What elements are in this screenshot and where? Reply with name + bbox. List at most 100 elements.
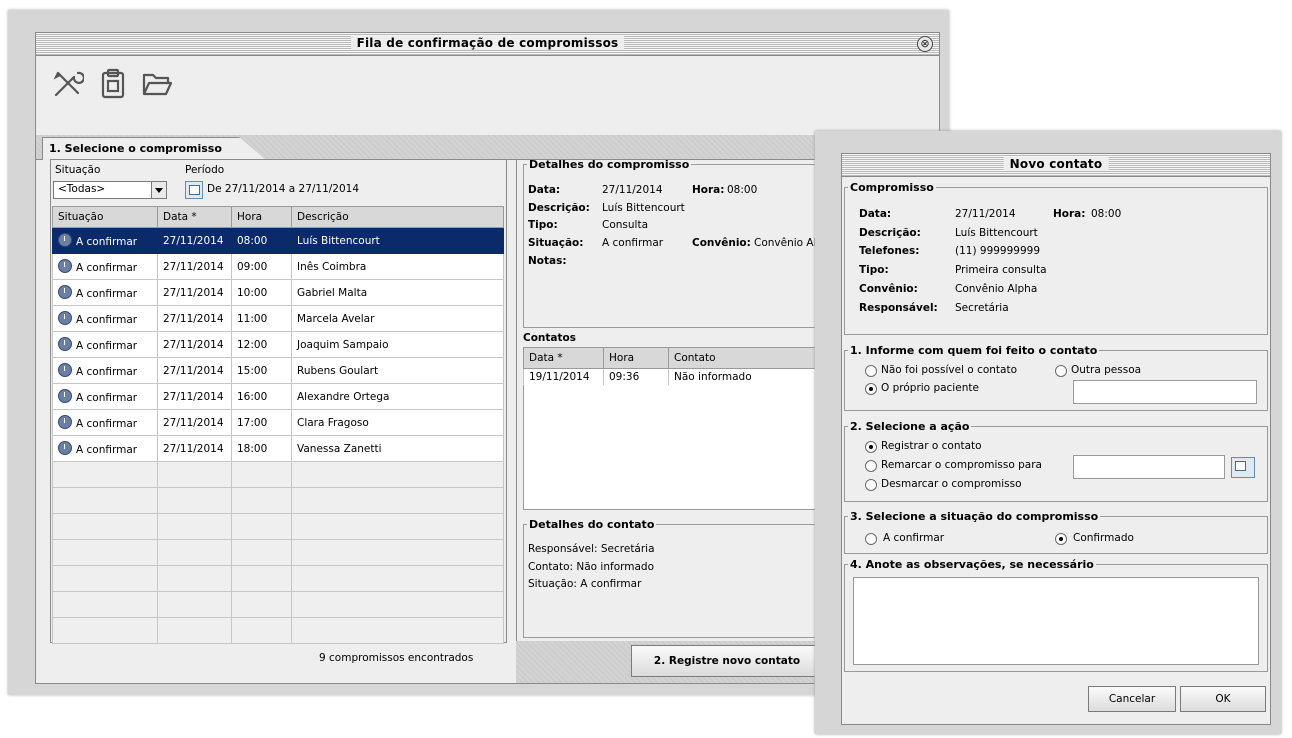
empty-cell [157, 539, 232, 566]
new-contact-dialog-frame: Novo contato Compromisso Data: 27/11/201… [815, 131, 1281, 734]
column-header-hora[interactable]: Hora [231, 206, 292, 228]
dlg-tipo-value: Primeira consulta [955, 264, 1047, 276]
empty-cell [157, 461, 232, 488]
row-hora: 08:00 [231, 227, 292, 254]
column-header-situacao[interactable]: Situação [52, 206, 158, 228]
row-hora: 17:00 [231, 409, 292, 436]
detail-data-label: Data: [528, 184, 561, 196]
status-info-icon [58, 311, 72, 325]
radio-registrar[interactable] [865, 441, 877, 453]
detail-situacao-label: Situação: [528, 237, 584, 249]
contact-contato-text: Contato: Não informado [528, 561, 655, 573]
row-hora: 10:00 [231, 279, 292, 306]
folder-icon[interactable] [140, 67, 174, 101]
label-nao-possivel[interactable]: Não foi possível o contato [881, 364, 1017, 376]
status-info-icon [58, 389, 72, 403]
row-data: 27/11/2014 [157, 357, 232, 384]
table-row[interactable]: A confirmar 27/11/2014 10:00 Gabriel Malta [52, 279, 504, 306]
dialog-title: Novo contato [1003, 157, 1109, 171]
table-row[interactable]: A confirmar 27/11/2014 17:00 Clara Fragoso [52, 409, 504, 436]
status-info-icon [58, 441, 72, 455]
row-hora: 16:00 [231, 383, 292, 410]
tools-icon[interactable] [50, 67, 84, 101]
empty-cell [231, 617, 292, 644]
contacts-header-hora[interactable]: Hora [603, 347, 669, 369]
label-registrar[interactable]: Registrar o contato [881, 440, 982, 452]
detail-descricao-value: Luís Bittencourt [602, 202, 685, 214]
radio-confirmado[interactable] [1055, 533, 1067, 545]
empty-cell [291, 539, 504, 566]
empty-row [52, 539, 504, 566]
main-titlebar[interactable]: Fila de confirmação de compromissos ⊗ [36, 33, 939, 56]
ok-button[interactable]: OK [1180, 686, 1266, 712]
row-hora: 18:00 [231, 435, 292, 462]
radio-remarcar[interactable] [865, 460, 877, 472]
close-icon[interactable]: ⊗ [917, 36, 933, 52]
dlg-telefones-value: (11) 999999999 [955, 245, 1041, 257]
observacoes-textarea[interactable] [853, 577, 1259, 665]
table-row[interactable]: A confirmar 27/11/2014 11:00 Marcela Avelar [52, 305, 504, 332]
label-proprio-paciente[interactable]: O próprio paciente [881, 382, 979, 394]
empty-row [52, 617, 504, 644]
table-row[interactable]: A confirmar 27/11/2014 09:00 Inês Coimbra [52, 253, 504, 280]
empty-cell [231, 487, 292, 514]
row-hora: 12:00 [231, 331, 292, 358]
status-group: 3. Selecione a situação do compromisso A… [844, 510, 1268, 554]
table-row[interactable]: A confirmar 27/11/2014 08:00 Luís Bittencou… [52, 227, 504, 254]
radio-nao-possivel[interactable] [865, 365, 877, 377]
cancel-button[interactable]: Cancelar [1088, 686, 1176, 712]
calendar-icon[interactable] [1231, 457, 1255, 478]
label-remarcar[interactable]: Remarcar o compromisso para [881, 459, 1042, 471]
register-new-contact-button[interactable]: 2. Registre novo contato [631, 645, 823, 677]
row-data: 27/11/2014 [157, 279, 232, 306]
status-info-icon [58, 415, 72, 429]
row-situacao: A confirmar [52, 409, 158, 436]
situacao-select[interactable]: <Todas> [53, 181, 167, 199]
column-header-data[interactable]: Data * [157, 206, 232, 228]
table-row[interactable]: A confirmar 27/11/2014 15:00 Rubens Goulart [52, 357, 504, 384]
label-confirmado[interactable]: Confirmado [1073, 532, 1134, 544]
radio-desmarcar[interactable] [865, 479, 877, 491]
table-row[interactable]: A confirmar 27/11/2014 18:00 Vanessa Zanett… [52, 435, 504, 462]
label-a-confirmar[interactable]: A confirmar [883, 532, 944, 544]
row-situacao: A confirmar [52, 331, 158, 358]
row-data: 27/11/2014 [157, 227, 232, 254]
row-descricao: Vanessa Zanetti [291, 435, 504, 462]
column-header-descricao[interactable]: Descrição [291, 206, 504, 228]
table-row[interactable]: A confirmar 27/11/2014 16:00 Alexandre Orte… [52, 383, 504, 410]
radio-a-confirmar[interactable] [865, 533, 877, 545]
status-info-icon [58, 363, 72, 377]
row-data: 27/11/2014 [157, 409, 232, 436]
contacts-header-data[interactable]: Data * [523, 347, 604, 369]
row-descricao: Gabriel Malta [291, 279, 504, 306]
detail-descricao-label: Descrição: [528, 202, 590, 214]
row-situacao-text: A confirmar [76, 340, 138, 352]
row-data: 27/11/2014 [157, 253, 232, 280]
detail-hora-value: 08:00 [727, 184, 758, 196]
empty-cell [52, 461, 158, 488]
radio-outra-pessoa[interactable] [1055, 365, 1067, 377]
empty-cell [52, 539, 158, 566]
row-situacao-text: A confirmar [76, 418, 138, 430]
periodo-value: De 27/11/2014 a 27/11/2014 [207, 183, 360, 195]
label-outra-pessoa[interactable]: Outra pessoa [1071, 364, 1141, 376]
outra-pessoa-input[interactable] [1073, 380, 1257, 404]
row-descricao: Alexandre Ortega [291, 383, 504, 410]
calendar-icon[interactable] [185, 181, 203, 199]
chevron-down-icon[interactable] [151, 182, 166, 198]
clipboard-icon[interactable] [96, 67, 130, 101]
table-row[interactable]: A confirmar 27/11/2014 12:00 Joaquim Sampai… [52, 331, 504, 358]
dialog-titlebar[interactable]: Novo contato [842, 154, 1270, 177]
row-situacao-text: A confirmar [76, 314, 138, 326]
step3-legend: 3. Selecione a situação do compromisso [850, 510, 1099, 523]
remarcar-date-input[interactable] [1073, 455, 1225, 479]
dlg-responsavel-value: Secretária [955, 302, 1009, 314]
radio-proprio-paciente[interactable] [865, 383, 877, 395]
contacts-title: Contatos [523, 332, 576, 344]
tab-selecione-compromisso[interactable]: 1. Selecione o compromisso [42, 137, 266, 160]
contacts-header-contato[interactable]: Contato [668, 347, 819, 369]
detail-tipo-label: Tipo: [528, 219, 558, 231]
label-desmarcar[interactable]: Desmarcar o compromisso [881, 478, 1022, 490]
periodo-filter-label: Período [185, 164, 225, 176]
row-situacao-text: A confirmar [76, 288, 138, 300]
